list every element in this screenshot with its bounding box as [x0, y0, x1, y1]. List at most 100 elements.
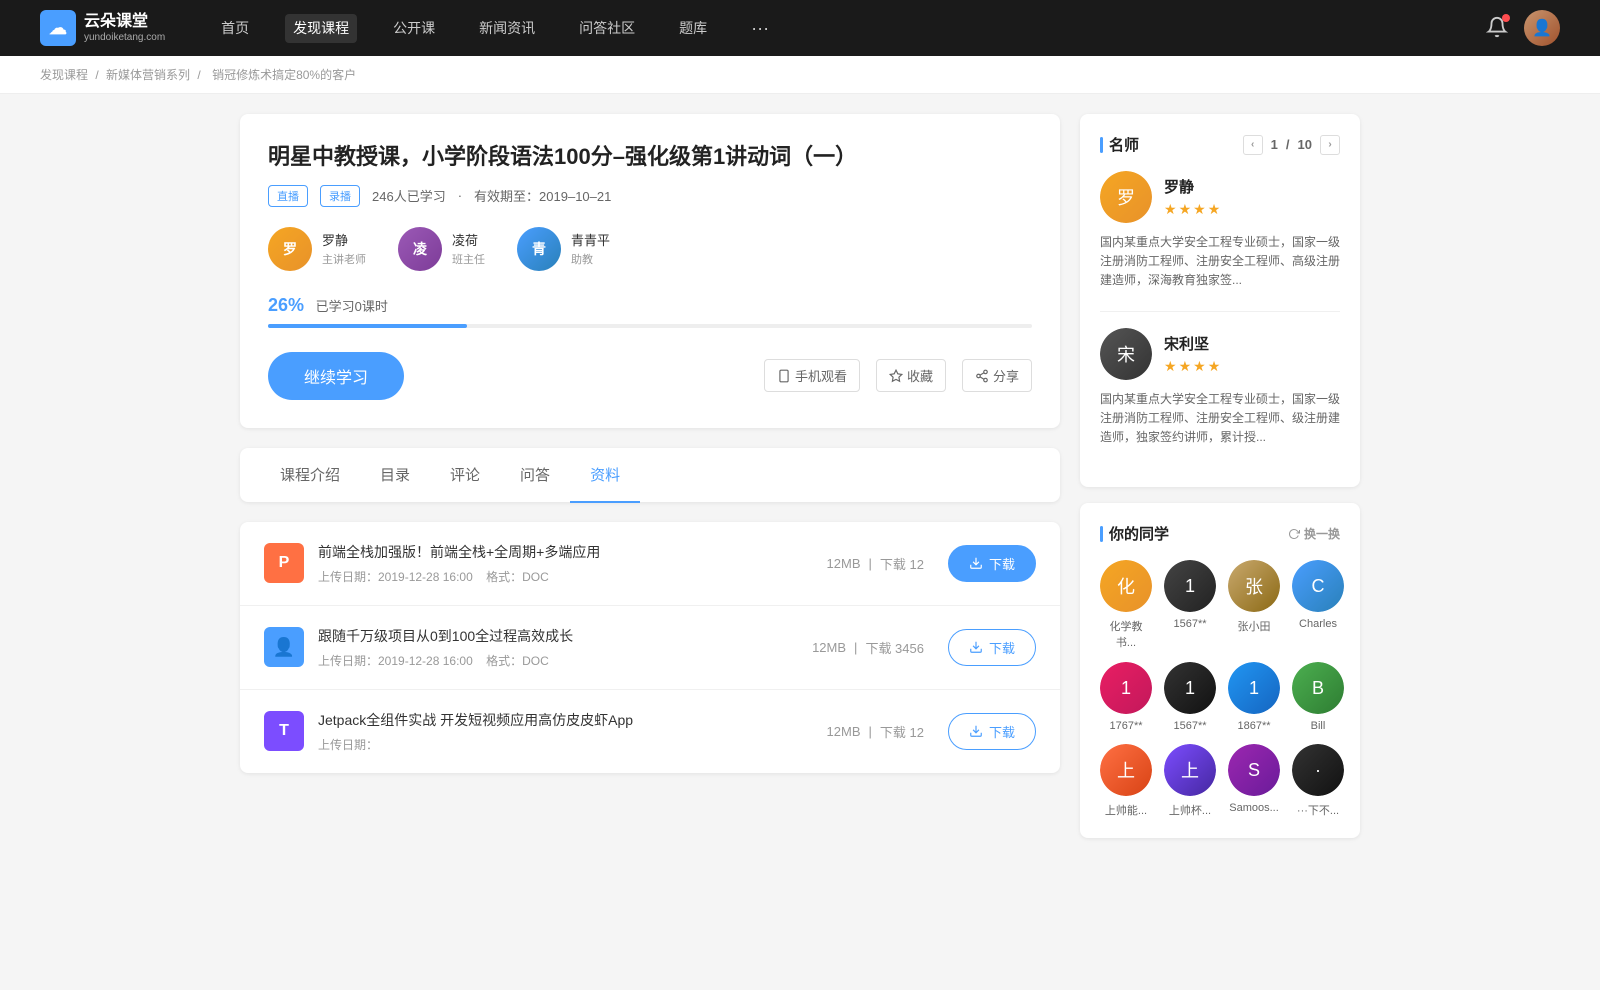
instructor-role-2: 助教 — [571, 251, 610, 267]
phone-view-link[interactable]: 手机观看 — [764, 359, 860, 392]
main-container: 明星中教授课，小学阶段语法100分–强化级第1讲动词（一） 直播 录播 246人… — [200, 94, 1400, 874]
download-icon — [969, 724, 983, 738]
nav-quiz[interactable]: 题库 — [671, 14, 715, 43]
teacher-name-0: 罗静 — [1164, 176, 1220, 197]
material-title-2: Jetpack全组件实战 开发短视频应用高仿皮皮虾App — [318, 710, 803, 730]
course-title: 明星中教授课，小学阶段语法100分–强化级第1讲动词（一） — [268, 142, 1032, 173]
instructor-name-1: 凌荷 — [452, 230, 485, 249]
instructor-avatar-0: 罗 — [268, 227, 312, 271]
teacher-name-1: 宋利坚 — [1164, 333, 1220, 354]
instructor-0: 罗 罗静 主讲老师 — [268, 227, 366, 271]
separator: · — [458, 188, 462, 203]
classmate-item-1: 1 1567** — [1164, 560, 1216, 650]
classmate-avatar-7[interactable]: B — [1292, 662, 1344, 714]
breadcrumb-current: 销冠修炼术搞定80%的客户 — [212, 68, 356, 82]
nav-more[interactable]: ··· — [743, 14, 777, 43]
classmate-avatar-5[interactable]: 1 — [1164, 662, 1216, 714]
tab-qa[interactable]: 问答 — [500, 448, 570, 503]
breadcrumb-discover[interactable]: 发现课程 — [40, 68, 88, 82]
user-avatar[interactable]: 👤 — [1524, 10, 1560, 46]
material-meta-1: 上传日期：2019-12-28 16:00 格式：DOC — [318, 652, 788, 669]
pager-next[interactable]: › — [1320, 135, 1340, 155]
refresh-button[interactable]: 换一换 — [1288, 525, 1340, 542]
nav-news[interactable]: 新闻资讯 — [471, 14, 543, 43]
pager-current: 1 — [1271, 137, 1278, 152]
nav-qa[interactable]: 问答社区 — [571, 14, 643, 43]
classmate-avatar-10[interactable]: S — [1228, 744, 1280, 796]
logo-icon: ☁ — [40, 10, 76, 46]
classmate-avatar-4[interactable]: 1 — [1100, 662, 1152, 714]
nav-open-course[interactable]: 公开课 — [385, 14, 443, 43]
badge-live: 直播 — [268, 185, 308, 207]
breadcrumb: 发现课程 / 新媒体营销系列 / 销冠修炼术搞定80%的客户 — [0, 56, 1600, 94]
nav-home[interactable]: 首页 — [213, 14, 257, 43]
classmate-avatar-1[interactable]: 1 — [1164, 560, 1216, 612]
sidebar: 名师 ‹ 1 / 10 › 罗 罗静 — [1080, 114, 1360, 854]
nav-discover[interactable]: 发现课程 — [285, 14, 357, 43]
share-icon — [975, 369, 989, 383]
progress-label: 已学习0课时 — [316, 299, 388, 314]
download-button-2[interactable]: 下载 — [948, 713, 1036, 750]
classmate-item-7: B Bill — [1292, 662, 1344, 732]
classmate-avatar-2[interactable]: 张 — [1228, 560, 1280, 612]
badge-record: 录播 — [320, 185, 360, 207]
pager-prev[interactable]: ‹ — [1243, 135, 1263, 155]
teacher-avatar-1: 宋 — [1100, 328, 1152, 380]
tab-toc[interactable]: 目录 — [360, 448, 430, 503]
classmate-name-5: 1567** — [1173, 720, 1206, 732]
teachers-card: 名师 ‹ 1 / 10 › 罗 罗静 — [1080, 114, 1360, 487]
progress-bar-bg — [268, 324, 1032, 328]
teacher-stars-1: ★ ★ ★ ★ — [1164, 358, 1220, 375]
tabs-bar: 课程介绍 目录 评论 问答 资料 — [240, 448, 1060, 502]
breadcrumb-series[interactable]: 新媒体营销系列 — [106, 68, 190, 82]
title-bar — [1100, 137, 1103, 153]
material-info-0: 前端全栈加强版！前端全栈+全周期+多端应用 上传日期：2019-12-28 16… — [318, 542, 803, 585]
phone-icon — [777, 369, 791, 383]
classmate-avatar-8[interactable]: 上 — [1100, 744, 1152, 796]
tab-materials[interactable]: 资料 — [570, 448, 640, 503]
content-area: 明星中教授课，小学阶段语法100分–强化级第1讲动词（一） 直播 录播 246人… — [240, 114, 1060, 854]
material-stats-1: 12MB | 下载 3456 — [812, 638, 924, 657]
classmate-name-3: Charles — [1299, 618, 1337, 630]
material-item: 👤 跟随千万级项目从0到100全过程高效成长 上传日期：2019-12-28 1… — [240, 606, 1060, 690]
classmate-avatar-9[interactable]: 上 — [1164, 744, 1216, 796]
classmates-card: 你的同学 换一换 化 化学教书... 1 1567** — [1080, 503, 1360, 838]
classmate-item-9: 上 上帅杯... — [1164, 744, 1216, 818]
teacher-desc-0: 国内某重点大学安全工程专业硕士，国家一级注册消防工程师、注册安全工程师、高级注册… — [1100, 233, 1340, 291]
material-meta-0: 上传日期：2019-12-28 16:00 格式：DOC — [318, 568, 803, 585]
logo[interactable]: ☁ 云朵课堂 yundoiketang.com — [40, 10, 165, 46]
tab-comments[interactable]: 评论 — [430, 448, 500, 503]
classmate-avatar-3[interactable]: C — [1292, 560, 1344, 612]
tab-intro[interactable]: 课程介绍 — [260, 448, 360, 503]
download-icon — [969, 556, 983, 570]
classmate-name-1: 1567** — [1173, 618, 1206, 630]
learners-count: 246人已学习 — [372, 186, 446, 205]
download-icon — [969, 640, 983, 654]
action-row: 继续学习 手机观看 收藏 分享 — [268, 352, 1032, 400]
material-title-0: 前端全栈加强版！前端全栈+全周期+多端应用 — [318, 542, 803, 562]
classmate-name-4: 1767** — [1109, 720, 1142, 732]
classmate-name-7: Bill — [1311, 720, 1326, 732]
navbar-right: 👤 — [1486, 10, 1560, 46]
favorite-link[interactable]: 收藏 — [876, 359, 946, 392]
classmate-avatar-0[interactable]: 化 — [1100, 560, 1152, 612]
teacher-item-0: 罗 罗静 ★ ★ ★ ★ 国内某重点大学安全工程专业硕士，国家一级注册消防工程师… — [1100, 171, 1340, 291]
classmate-avatar-6[interactable]: 1 — [1228, 662, 1280, 714]
classmates-grid: 化 化学教书... 1 1567** 张 张小田 — [1100, 560, 1340, 818]
logo-text: 云朵课堂 yundoiketang.com — [84, 12, 165, 43]
teacher-item-1: 宋 宋利坚 ★ ★ ★ ★ 国内某重点大学安全工程专业硕士，国家一级注册消防工程… — [1100, 328, 1340, 448]
valid-until: 有效期至：2019–10–21 — [474, 186, 611, 205]
instructor-avatar-1: 凌 — [398, 227, 442, 271]
continue-button[interactable]: 继续学习 — [268, 352, 404, 400]
action-links: 手机观看 收藏 分享 — [764, 359, 1032, 392]
course-meta: 直播 录播 246人已学习 · 有效期至：2019–10–21 — [268, 185, 1032, 207]
classmate-avatar-11[interactable]: · — [1292, 744, 1344, 796]
classmate-item-6: 1 1867** — [1228, 662, 1280, 732]
notification-bell[interactable] — [1486, 16, 1508, 41]
classmate-item-11: · ···下不... — [1292, 744, 1344, 818]
share-link[interactable]: 分享 — [962, 359, 1032, 392]
instructor-1: 凌 凌荷 班主任 — [398, 227, 485, 271]
download-button-0[interactable]: 下载 — [948, 545, 1036, 582]
instructor-2: 青 青青平 助教 — [517, 227, 610, 271]
download-button-1[interactable]: 下载 — [948, 629, 1036, 666]
